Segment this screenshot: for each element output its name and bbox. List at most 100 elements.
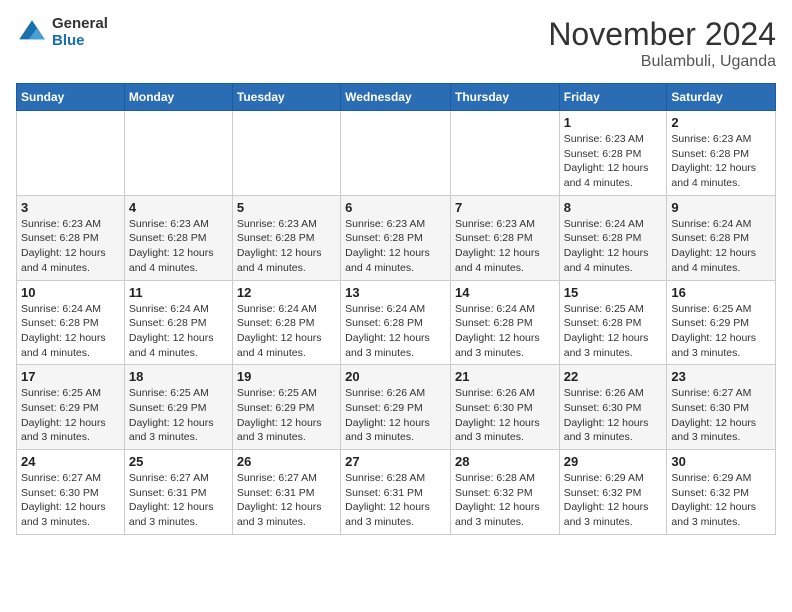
weekday-header: Thursday xyxy=(450,84,559,111)
day-number: 25 xyxy=(129,454,228,469)
day-info: Sunrise: 6:27 AM Sunset: 6:31 PM Dayligh… xyxy=(237,471,336,530)
day-number: 13 xyxy=(345,285,446,300)
calendar-cell: 1 Sunrise: 6:23 AM Sunset: 6:28 PM Daylig… xyxy=(559,111,667,196)
day-number: 26 xyxy=(237,454,336,469)
day-number: 27 xyxy=(345,454,446,469)
day-info: Sunrise: 6:27 AM Sunset: 6:31 PM Dayligh… xyxy=(129,471,228,530)
day-info: Sunrise: 6:23 AM Sunset: 6:28 PM Dayligh… xyxy=(564,132,663,191)
calendar-cell: 19 Sunrise: 6:25 AM Sunset: 6:29 PM Dayli… xyxy=(232,365,340,450)
calendar-cell xyxy=(17,111,125,196)
day-info: Sunrise: 6:23 AM Sunset: 6:28 PM Dayligh… xyxy=(671,132,771,191)
calendar-cell: 24 Sunrise: 6:27 AM Sunset: 6:30 PM Dayli… xyxy=(17,450,125,535)
day-info: Sunrise: 6:25 AM Sunset: 6:29 PM Dayligh… xyxy=(671,302,771,361)
day-number: 5 xyxy=(237,200,336,215)
day-info: Sunrise: 6:28 AM Sunset: 6:31 PM Dayligh… xyxy=(345,471,446,530)
calendar-cell: 18 Sunrise: 6:25 AM Sunset: 6:29 PM Dayli… xyxy=(124,365,232,450)
logo-icon xyxy=(16,17,48,49)
day-info: Sunrise: 6:23 AM Sunset: 6:28 PM Dayligh… xyxy=(21,217,120,276)
calendar-cell: 6 Sunrise: 6:23 AM Sunset: 6:28 PM Daylig… xyxy=(341,195,451,280)
day-number: 15 xyxy=(564,285,663,300)
day-info: Sunrise: 6:27 AM Sunset: 6:30 PM Dayligh… xyxy=(21,471,120,530)
calendar-cell: 2 Sunrise: 6:23 AM Sunset: 6:28 PM Daylig… xyxy=(667,111,776,196)
calendar-week-row: 1 Sunrise: 6:23 AM Sunset: 6:28 PM Daylig… xyxy=(17,111,776,196)
day-info: Sunrise: 6:29 AM Sunset: 6:32 PM Dayligh… xyxy=(671,471,771,530)
logo-blue: Blue xyxy=(52,33,108,50)
day-info: Sunrise: 6:23 AM Sunset: 6:28 PM Dayligh… xyxy=(345,217,446,276)
calendar-cell: 22 Sunrise: 6:26 AM Sunset: 6:30 PM Dayli… xyxy=(559,365,667,450)
day-number: 22 xyxy=(564,369,663,384)
calendar-week-row: 24 Sunrise: 6:27 AM Sunset: 6:30 PM Dayli… xyxy=(17,450,776,535)
day-number: 6 xyxy=(345,200,446,215)
calendar-cell: 25 Sunrise: 6:27 AM Sunset: 6:31 PM Dayli… xyxy=(124,450,232,535)
day-info: Sunrise: 6:25 AM Sunset: 6:29 PM Dayligh… xyxy=(129,386,228,445)
day-info: Sunrise: 6:25 AM Sunset: 6:29 PM Dayligh… xyxy=(237,386,336,445)
day-info: Sunrise: 6:25 AM Sunset: 6:29 PM Dayligh… xyxy=(21,386,120,445)
calendar-cell xyxy=(450,111,559,196)
day-info: Sunrise: 6:29 AM Sunset: 6:32 PM Dayligh… xyxy=(564,471,663,530)
day-info: Sunrise: 6:24 AM Sunset: 6:28 PM Dayligh… xyxy=(237,302,336,361)
day-number: 20 xyxy=(345,369,446,384)
calendar-cell: 13 Sunrise: 6:24 AM Sunset: 6:28 PM Dayli… xyxy=(341,280,451,365)
day-number: 16 xyxy=(671,285,771,300)
calendar-cell: 28 Sunrise: 6:28 AM Sunset: 6:32 PM Dayli… xyxy=(450,450,559,535)
calendar-cell: 10 Sunrise: 6:24 AM Sunset: 6:28 PM Dayli… xyxy=(17,280,125,365)
weekday-header: Sunday xyxy=(17,84,125,111)
day-number: 14 xyxy=(455,285,555,300)
calendar-cell: 4 Sunrise: 6:23 AM Sunset: 6:28 PM Daylig… xyxy=(124,195,232,280)
day-number: 7 xyxy=(455,200,555,215)
day-number: 17 xyxy=(21,369,120,384)
day-number: 19 xyxy=(237,369,336,384)
day-info: Sunrise: 6:25 AM Sunset: 6:28 PM Dayligh… xyxy=(564,302,663,361)
day-number: 12 xyxy=(237,285,336,300)
day-number: 1 xyxy=(564,115,663,130)
calendar-week-row: 3Sunrise: 6:23 AM Sunset: 6:28 PM Daylig… xyxy=(17,195,776,280)
day-info: Sunrise: 6:24 AM Sunset: 6:28 PM Dayligh… xyxy=(345,302,446,361)
logo: General Blue xyxy=(16,16,108,49)
weekday-header: Saturday xyxy=(667,84,776,111)
calendar-cell: 14 Sunrise: 6:24 AM Sunset: 6:28 PM Dayli… xyxy=(450,280,559,365)
calendar: SundayMondayTuesdayWednesdayThursdayFrid… xyxy=(16,83,776,535)
calendar-cell: 27 Sunrise: 6:28 AM Sunset: 6:31 PM Dayli… xyxy=(341,450,451,535)
calendar-cell: 29Sunrise: 6:29 AM Sunset: 6:32 PM Dayli… xyxy=(559,450,667,535)
calendar-cell: 26 Sunrise: 6:27 AM Sunset: 6:31 PM Dayli… xyxy=(232,450,340,535)
calendar-week-row: 10 Sunrise: 6:24 AM Sunset: 6:28 PM Dayli… xyxy=(17,280,776,365)
day-number: 10 xyxy=(21,285,120,300)
calendar-cell xyxy=(124,111,232,196)
weekday-header: Wednesday xyxy=(341,84,451,111)
day-info: Sunrise: 6:26 AM Sunset: 6:30 PM Dayligh… xyxy=(564,386,663,445)
calendar-cell: 7 Sunrise: 6:23 AM Sunset: 6:28 PM Daylig… xyxy=(450,195,559,280)
day-info: Sunrise: 6:23 AM Sunset: 6:28 PM Dayligh… xyxy=(455,217,555,276)
day-info: Sunrise: 6:26 AM Sunset: 6:29 PM Dayligh… xyxy=(345,386,446,445)
day-number: 28 xyxy=(455,454,555,469)
day-number: 11 xyxy=(129,285,228,300)
day-info: Sunrise: 6:24 AM Sunset: 6:28 PM Dayligh… xyxy=(21,302,120,361)
day-info: Sunrise: 6:24 AM Sunset: 6:28 PM Dayligh… xyxy=(455,302,555,361)
day-info: Sunrise: 6:28 AM Sunset: 6:32 PM Dayligh… xyxy=(455,471,555,530)
day-info: Sunrise: 6:27 AM Sunset: 6:30 PM Dayligh… xyxy=(671,386,771,445)
day-info: Sunrise: 6:23 AM Sunset: 6:28 PM Dayligh… xyxy=(237,217,336,276)
calendar-cell: 12 Sunrise: 6:24 AM Sunset: 6:28 PM Dayli… xyxy=(232,280,340,365)
day-info: Sunrise: 6:24 AM Sunset: 6:28 PM Dayligh… xyxy=(564,217,663,276)
day-info: Sunrise: 6:24 AM Sunset: 6:28 PM Dayligh… xyxy=(129,302,228,361)
calendar-cell: 8Sunrise: 6:24 AM Sunset: 6:28 PM Daylig… xyxy=(559,195,667,280)
calendar-cell: 21Sunrise: 6:26 AM Sunset: 6:30 PM Dayli… xyxy=(450,365,559,450)
logo-text: General Blue xyxy=(52,16,108,49)
day-number: 24 xyxy=(21,454,120,469)
day-number: 18 xyxy=(129,369,228,384)
calendar-cell: 16 Sunrise: 6:25 AM Sunset: 6:29 PM Dayli… xyxy=(667,280,776,365)
calendar-cell: 17 Sunrise: 6:25 AM Sunset: 6:29 PM Dayli… xyxy=(17,365,125,450)
calendar-cell: 5 Sunrise: 6:23 AM Sunset: 6:28 PM Daylig… xyxy=(232,195,340,280)
day-info: Sunrise: 6:23 AM Sunset: 6:28 PM Dayligh… xyxy=(129,217,228,276)
title-block: November 2024 Bulambuli, Uganda xyxy=(548,16,776,71)
calendar-cell: 30 Sunrise: 6:29 AM Sunset: 6:32 PM Dayli… xyxy=(667,450,776,535)
calendar-cell xyxy=(232,111,340,196)
calendar-cell xyxy=(341,111,451,196)
day-number: 2 xyxy=(671,115,771,130)
month-title: November 2024 xyxy=(548,16,776,53)
weekday-header: Monday xyxy=(124,84,232,111)
calendar-cell: 23Sunrise: 6:27 AM Sunset: 6:30 PM Dayli… xyxy=(667,365,776,450)
day-number: 4 xyxy=(129,200,228,215)
day-number: 30 xyxy=(671,454,771,469)
calendar-week-row: 17 Sunrise: 6:25 AM Sunset: 6:29 PM Dayli… xyxy=(17,365,776,450)
calendar-cell: 9Sunrise: 6:24 AM Sunset: 6:28 PM Daylig… xyxy=(667,195,776,280)
